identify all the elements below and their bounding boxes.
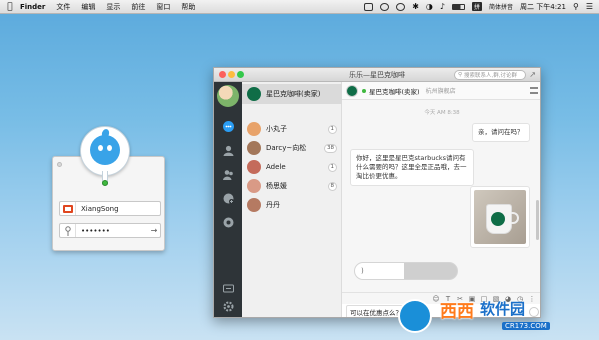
fullscreen-icon[interactable]: ↗ [529, 70, 536, 79]
my-avatar[interactable] [217, 85, 239, 107]
apple-menu-icon[interactable]:  [0, 2, 20, 12]
groups-icon[interactable] [222, 168, 234, 180]
chat-partner-name[interactable]: 星巴克咖啡(卖家) [369, 86, 420, 96]
online-status-dot[interactable] [102, 180, 108, 186]
switch-account-icon[interactable] [222, 282, 234, 294]
voice-icon: ) [361, 267, 364, 275]
watermark-brand-b: 软件园 [480, 300, 526, 318]
password-value: ••••••• [81, 226, 110, 235]
contact-avatar[interactable] [247, 87, 261, 101]
input-source-badge-icon[interactable]: 拼 [471, 2, 482, 11]
chat-panel: 星巴克咖啡(卖家) 杭州旗舰店 今天 AM 8:38 亲，请问在吗？ 你好，这里… [342, 82, 540, 317]
starbucks-cup-photo [474, 190, 526, 244]
contacts-icon[interactable] [222, 144, 234, 156]
menu-app-name[interactable]: Finder [20, 3, 45, 11]
unread-badge: 38 [324, 143, 337, 153]
contact-item[interactable]: 星巴克咖啡(卖家) [242, 84, 342, 104]
battery-icon[interactable] [451, 3, 465, 10]
voice-message[interactable]: ) [354, 262, 458, 280]
contact-item[interactable]: 小丸子 1 [242, 119, 342, 139]
input-method-label[interactable]: 简体拼音 [489, 2, 513, 11]
contact-avatar[interactable] [247, 198, 261, 212]
menu-window[interactable]: 窗口 [156, 2, 170, 12]
contact-search-input[interactable]: ⚲ 搜索联系人,群,讨论群 [454, 70, 526, 80]
sync-icon[interactable] [396, 2, 406, 11]
contact-name: Darcy~向松 [266, 144, 307, 152]
mascot-icon [90, 128, 120, 165]
search-icon: ⚲ [458, 72, 463, 78]
contact-name: 杨思媛 [266, 182, 287, 190]
unread-badge: 8 [327, 181, 337, 191]
login-arrow-icon[interactable]: → [148, 226, 160, 235]
wangwang-account-icon [60, 202, 76, 215]
chat-scrollbar[interactable] [536, 200, 539, 240]
contact-item[interactable]: 杨思媛 8 [242, 176, 342, 196]
online-indicator [362, 88, 366, 93]
contact-avatar[interactable] [247, 141, 261, 155]
display-icon[interactable] [364, 2, 374, 11]
contact-name: 丹丹 [266, 201, 280, 209]
contact-item[interactable]: Darcy~向松 38 [242, 138, 342, 158]
contact-list: 星巴克咖啡(卖家) 小丸子 1 Darcy~向松 38 Adele 1 杨思媛 8 丹丹 [242, 82, 342, 317]
chat-partner-store: 杭州旗舰店 [425, 88, 456, 95]
search-placeholder: 搜索联系人,群,讨论群 [464, 73, 518, 79]
spotlight-icon[interactable]: ⚲ [573, 2, 579, 11]
menu-bar:  Finder 文件 编辑 显示 前往 窗口 帮助 ✱ ◑ ♪ 拼 简体拼音 … [0, 0, 599, 14]
chat-menu-icon[interactable] [530, 87, 538, 94]
contact-item[interactable]: Adele 1 [242, 157, 342, 177]
settings-gear-icon[interactable] [222, 300, 234, 312]
apps-icon[interactable] [222, 216, 234, 228]
password-field[interactable]: ••••••• → [59, 223, 161, 238]
contact-name: 小丸子 [266, 125, 287, 133]
image-message[interactable] [470, 186, 530, 248]
window-titlebar: 乐乐—星巴克咖啡 ⚲ 搜索联系人,群,讨论群 ↗ [214, 68, 540, 82]
contact-name: 星巴克咖啡(卖家) [266, 90, 321, 98]
login-close-dot[interactable] [57, 162, 62, 167]
wifi-icon[interactable]: ◑ [426, 2, 433, 11]
menubar-clock[interactable]: 周二 下午4:21 [520, 2, 566, 12]
menu-edit[interactable]: 编辑 [81, 2, 95, 12]
unread-badge: 1 [327, 124, 337, 134]
incoming-message: 你好，这里是星巴克starbucks请问有什么需要的吗？这里全是正品哦，去一淘比… [350, 149, 474, 186]
aliwangwang-mascot [80, 126, 130, 190]
bluetooth-icon[interactable]: ✱ [412, 2, 419, 11]
contact-avatar[interactable] [247, 160, 261, 174]
username-field[interactable]: XiangSong [59, 201, 161, 216]
menu-help[interactable]: 帮助 [181, 2, 195, 12]
chat-partner-avatar[interactable] [346, 84, 358, 97]
contact-avatar[interactable] [247, 179, 261, 193]
key-icon [60, 224, 76, 237]
watermark-brand-a: 西西 [440, 302, 474, 322]
username-value: XiangSong [81, 204, 119, 213]
recent-chats-icon[interactable] [222, 120, 234, 132]
message-input[interactable]: 可以在优惠点么？ [346, 304, 406, 317]
volume-icon[interactable]: ♪ [440, 2, 445, 11]
notification-list-icon[interactable]: ☰ [586, 2, 593, 11]
chat-header: 星巴克咖啡(卖家) 杭州旗舰店 [342, 82, 540, 100]
status-area: ✱ ◑ ♪ 拼 简体拼音 周二 下午4:21 ⚲ ☰ [364, 2, 599, 12]
message-timestamp: 今天 AM 8:38 [424, 110, 460, 116]
contact-name: Adele [266, 163, 286, 171]
contact-item[interactable]: 丹丹 [242, 195, 342, 215]
menu-file[interactable]: 文件 [56, 2, 70, 12]
chat-window: 乐乐—星巴克咖啡 ⚲ 搜索联系人,群,讨论群 ↗ 星巴克咖啡(卖家) 小丸子 1… [213, 67, 541, 318]
watermark-logo-icon [398, 299, 432, 333]
outgoing-message: 亲，请问在吗？ [472, 123, 530, 142]
contact-avatar[interactable] [247, 122, 261, 136]
menu-go[interactable]: 前往 [131, 2, 145, 12]
watermark-url: CR173.COM [502, 322, 550, 330]
unread-badge: 1 [327, 162, 337, 172]
add-friend-icon[interactable] [222, 192, 234, 204]
nav-sidebar [214, 82, 242, 317]
site-watermark: 西西 软件园 CR173.COM [398, 296, 598, 340]
timemachine-icon[interactable] [380, 2, 390, 11]
menu-view[interactable]: 显示 [106, 2, 120, 12]
